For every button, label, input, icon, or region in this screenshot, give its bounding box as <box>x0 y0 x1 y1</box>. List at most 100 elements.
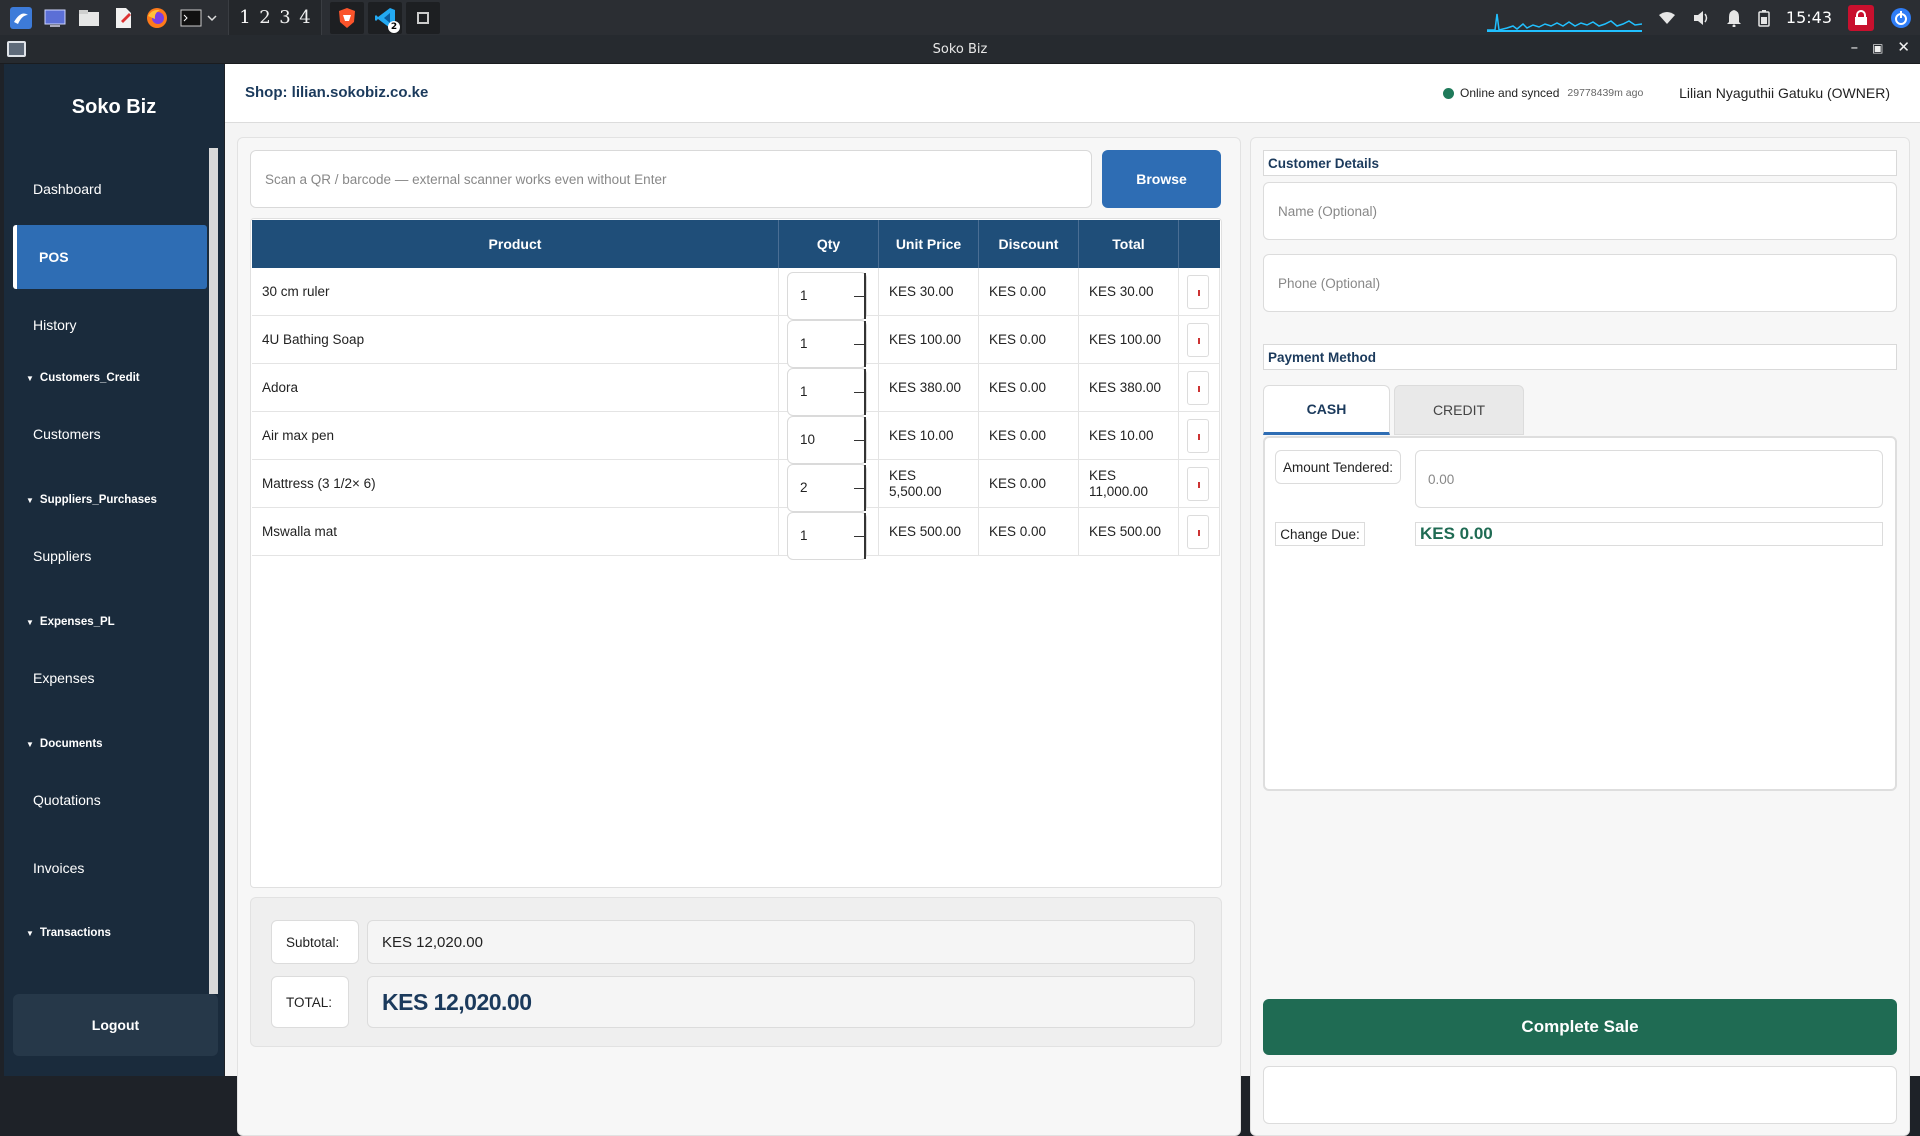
text-editor-icon[interactable] <box>110 5 136 31</box>
workspace-4[interactable]: 4 <box>295 7 315 28</box>
user-name: Lilian Nyaguthii Gatuku (OWNER) <box>1679 85 1890 101</box>
table-row: Mswalla mat 1 KES 500.00 KES 0.00 KES 50… <box>252 508 1220 560</box>
qty-stepper[interactable]: 10 <box>787 415 867 464</box>
cell-discount: KES 0.00 <box>979 412 1079 459</box>
sidebar-group-documents[interactable]: ▼ Documents <box>26 738 103 750</box>
sidebar-scrollbar[interactable] <box>209 148 218 994</box>
workspace-3[interactable]: 3 <box>275 7 295 28</box>
sidebar-item-dashboard[interactable]: Dashboard <box>13 157 207 221</box>
clock[interactable]: 15:43 <box>1786 8 1832 27</box>
remove-item-button[interactable] <box>1187 466 1209 501</box>
col-discount: Discount <box>979 220 1079 268</box>
remove-item-button[interactable] <box>1187 370 1209 405</box>
sidebar-item-quotations[interactable]: Quotations <box>13 768 207 832</box>
main-area: Shop: lilian.sokobiz.co.ke Online and sy… <box>225 64 1920 1136</box>
cell-qty: 10 <box>779 412 879 464</box>
lock-icon[interactable] <box>1848 4 1874 31</box>
desktop-icon[interactable] <box>42 5 68 31</box>
cell-actions <box>1179 268 1220 315</box>
table-row: 30 cm ruler 1 KES 30.00 KES 0.00 KES 30.… <box>252 268 1220 320</box>
customer-details-heading: Customer Details <box>1263 150 1897 176</box>
sidebar-group-expenses[interactable]: ▼ Expenses_PL <box>26 616 115 628</box>
shop-title: Shop: lilian.sokobiz.co.ke <box>245 84 429 101</box>
cart-panel: Scan a QR / barcode — external scanner w… <box>237 137 1241 1136</box>
online-status-dot-icon <box>1443 87 1454 99</box>
sidebar-item-pos[interactable]: POS <box>13 225 207 289</box>
cell-product: Mattress (3 1/2× 6) <box>252 460 779 507</box>
stepper-arrows-icon[interactable] <box>854 512 866 559</box>
tab-credit[interactable]: CREDIT <box>1394 385 1524 435</box>
customer-name-input[interactable]: Name (Optional) <box>1263 182 1897 240</box>
workspace-2[interactable]: 2 <box>255 7 275 28</box>
totals-panel: Subtotal: KES 12,020.00 TOTAL: KES 12,02… <box>250 897 1222 1047</box>
stepper-arrows-icon[interactable] <box>854 416 866 463</box>
change-due-value: KES 0.00 <box>1415 522 1883 546</box>
barcode-scan-input[interactable]: Scan a QR / barcode — external scanner w… <box>250 150 1092 208</box>
browse-button[interactable]: Browse <box>1102 150 1221 208</box>
sidebar-group-label: Transactions <box>39 927 111 939</box>
terminal-icon[interactable] <box>178 5 204 31</box>
complete-sale-button[interactable]: Complete Sale <box>1263 999 1897 1055</box>
remove-item-button[interactable] <box>1187 322 1209 357</box>
tab-cash[interactable]: CASH <box>1263 385 1390 435</box>
cell-discount: KES 0.00 <box>979 268 1079 315</box>
start-menu-icon[interactable] <box>8 5 34 31</box>
sidebar-item-suppliers[interactable]: Suppliers <box>13 524 207 588</box>
battery-icon[interactable] <box>1758 9 1770 27</box>
stepper-arrows-icon[interactable] <box>854 272 866 319</box>
cell-unit-price: KES 5,500.00 <box>879 460 979 507</box>
remove-item-button[interactable] <box>1187 514 1209 549</box>
system-tray: 15:43 <box>1486 0 1920 35</box>
taskbar-window[interactable] <box>406 1 440 34</box>
window-titlebar[interactable]: Soko Biz – ▣ ✕ <box>0 35 1920 64</box>
file-manager-icon[interactable] <box>76 5 102 31</box>
col-qty: Qty <box>779 220 879 268</box>
subtotal-label: Subtotal: <box>271 920 359 964</box>
col-total: Total <box>1079 220 1179 268</box>
qty-stepper[interactable]: 2 <box>787 463 867 512</box>
logout-button[interactable]: Logout <box>13 994 218 1056</box>
taskbar-brave[interactable] <box>330 1 364 34</box>
cell-total: KES 11,000.00 <box>1079 460 1179 507</box>
amount-tendered-label: Amount Tendered: <box>1275 450 1401 484</box>
sidebar-item-customers[interactable]: Customers <box>13 402 207 466</box>
firefox-icon[interactable] <box>144 5 170 31</box>
stepper-arrows-icon[interactable] <box>854 368 866 415</box>
volume-icon[interactable] <box>1692 10 1710 26</box>
qty-value: 1 <box>800 336 808 351</box>
cell-actions <box>1179 364 1220 411</box>
cell-actions <box>1179 412 1220 459</box>
table-row: Adora 1 KES 380.00 KES 0.00 KES 380.00 <box>252 364 1220 416</box>
sidebar-item-expenses[interactable]: Expenses <box>13 646 207 710</box>
chevron-down-icon[interactable] <box>206 5 218 31</box>
taskbar-vscode[interactable]: 2 <box>368 1 402 34</box>
qty-stepper[interactable]: 1 <box>787 271 867 320</box>
cpu-graph <box>1486 13 1642 32</box>
sidebar-group-customers[interactable]: ▼ Customers_Credit <box>26 372 140 384</box>
cell-qty: 1 <box>779 508 879 560</box>
sidebar-group-suppliers[interactable]: ▼ Suppliers_Purchases <box>26 494 157 506</box>
power-icon[interactable] <box>1890 7 1912 29</box>
amount-tendered-input[interactable]: 0.00 <box>1415 450 1883 508</box>
sidebar-item-invoices[interactable]: Invoices <box>13 836 207 900</box>
qty-stepper[interactable]: 1 <box>787 367 867 416</box>
workspace-1[interactable]: 1 <box>235 7 255 28</box>
maximize-icon[interactable]: ▣ <box>1872 38 1883 58</box>
customer-phone-input[interactable]: Phone (Optional) <box>1263 254 1897 312</box>
minimize-icon[interactable]: – <box>1851 38 1859 58</box>
subtotal-value: KES 12,020.00 <box>367 920 1195 964</box>
brave-icon <box>339 7 355 28</box>
stepper-arrows-icon[interactable] <box>854 464 866 511</box>
remove-item-button[interactable] <box>1187 274 1209 309</box>
sidebar-item-history[interactable]: History <box>13 293 207 357</box>
bell-icon[interactable] <box>1726 9 1742 27</box>
qty-stepper[interactable]: 1 <box>787 319 867 368</box>
qty-stepper[interactable]: 1 <box>787 511 867 560</box>
cell-product: Adora <box>252 364 779 411</box>
wifi-icon[interactable] <box>1658 11 1676 25</box>
stepper-arrows-icon[interactable] <box>854 320 866 367</box>
sidebar-group-transactions[interactable]: ▼ Transactions <box>26 927 111 939</box>
caret-down-icon: ▼ <box>26 618 34 627</box>
remove-item-button[interactable] <box>1187 418 1209 453</box>
close-icon[interactable]: ✕ <box>1897 38 1910 58</box>
